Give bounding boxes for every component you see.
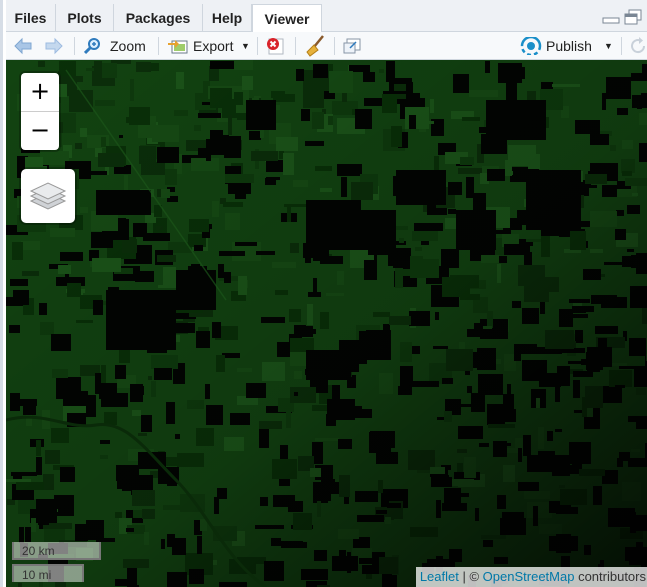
scale-bar-imperial: 10 mi: [12, 564, 84, 582]
zoom-out-button[interactable]: −: [21, 112, 59, 150]
chevron-down-icon: ▼: [604, 41, 613, 51]
attribution-suffix: contributors: [574, 569, 646, 584]
toolbar-divider: [74, 37, 75, 55]
export-label: Export: [193, 38, 234, 54]
scale-bar-metric: 20 km: [12, 542, 101, 560]
publish-button[interactable]: Publish ▼: [520, 35, 616, 57]
toolbar-divider: [295, 37, 296, 55]
minimize-icon[interactable]: [602, 12, 620, 24]
tab-plots[interactable]: Plots: [56, 4, 114, 32]
leaflet-link[interactable]: Leaflet: [420, 569, 459, 584]
magnifier-icon: [84, 38, 100, 55]
export-button[interactable]: Export ▼: [168, 35, 250, 57]
toolbar-divider: [621, 37, 622, 55]
tab-packages[interactable]: Packages: [114, 4, 203, 32]
toolbar-divider: [334, 37, 335, 55]
back-arrow-icon[interactable]: [13, 37, 33, 55]
tab-files[interactable]: Files: [6, 4, 56, 32]
viewer-toolbar: Zoom Export ▼ Publish ▼: [6, 32, 647, 60]
map-attribution: Leaflet | © OpenStreetMap contributors: [415, 567, 647, 587]
zoom-in-button[interactable]: +: [21, 73, 59, 111]
attribution-separator: | ©: [458, 569, 483, 584]
leaflet-map[interactable]: + − 20 km 10 mi Leaflet | © OpenStreetMa…: [6, 60, 647, 587]
viewer-pane: Files Plots Packages Help Viewer Zoom Ex…: [0, 0, 647, 587]
tab-viewer[interactable]: Viewer: [252, 4, 322, 33]
publish-label: Publish: [546, 38, 592, 54]
layers-icon: [29, 182, 67, 210]
openstreetmap-link[interactable]: OpenStreetMap: [483, 569, 575, 584]
maximize-icon[interactable]: [624, 9, 642, 25]
delete-icon[interactable]: [265, 36, 285, 56]
toolbar-divider: [257, 37, 258, 55]
export-icon: [168, 40, 188, 54]
refresh-icon[interactable]: [628, 36, 647, 56]
chevron-down-icon: ▼: [241, 41, 250, 51]
raster-layer: [6, 60, 647, 587]
tab-bar: Files Plots Packages Help Viewer: [6, 0, 647, 33]
tab-help[interactable]: Help: [203, 4, 252, 32]
popout-icon[interactable]: [342, 37, 362, 55]
layers-control-button[interactable]: [21, 169, 75, 223]
forward-arrow-icon[interactable]: [44, 37, 64, 55]
toolbar-divider: [158, 37, 159, 55]
zoom-label: Zoom: [110, 38, 146, 54]
zoom-button[interactable]: Zoom: [84, 35, 150, 57]
publish-icon: [520, 37, 542, 55]
zoom-control: + −: [21, 73, 59, 150]
broom-icon[interactable]: [305, 35, 325, 57]
